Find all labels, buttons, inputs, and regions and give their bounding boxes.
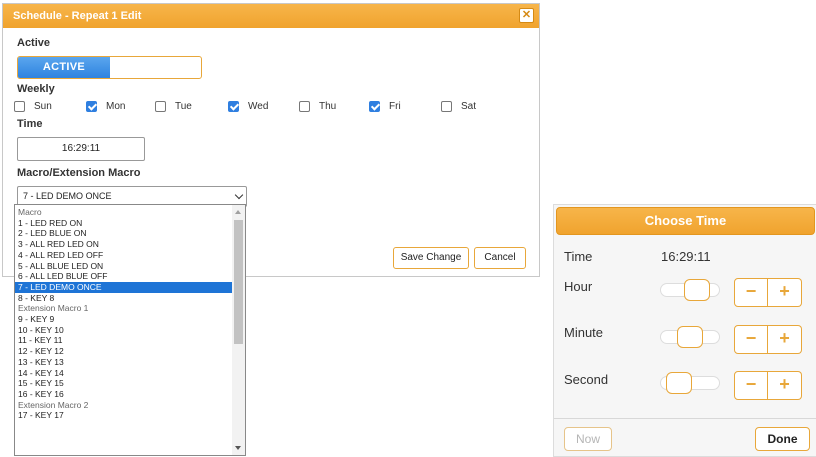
time-input[interactable]: 16:29:11 (17, 137, 145, 161)
second-slider-handle[interactable] (666, 372, 693, 394)
picker-time-value: 16:29:11 (661, 249, 711, 264)
picker-time-label: Time (564, 249, 593, 264)
done-button[interactable]: Done (755, 427, 810, 451)
save-change-button[interactable]: Save Change (393, 247, 469, 269)
dropdown-option[interactable]: 2 - LED BLUE ON (15, 228, 232, 239)
dropdown-option[interactable]: 3 - ALL RED LED ON (15, 239, 232, 250)
weekly-label: Weekly (17, 83, 55, 95)
time-label: Time (17, 118, 43, 130)
cancel-button[interactable]: Cancel (474, 247, 526, 269)
macro-select-value: 7 - LED DEMO ONCE (23, 191, 112, 201)
day-label: Wed (248, 101, 269, 112)
day-label: Mon (106, 101, 126, 112)
dropdown-option[interactable]: 17 - KEY 17 (15, 410, 232, 421)
dropdown-option[interactable]: 9 - KEY 9 (15, 314, 232, 325)
dropdown-option[interactable]: 15 - KEY 15 (15, 378, 232, 389)
macro-dropdown-list[interactable]: Macro 1 - LED RED ON 2 - LED BLUE ON 3 - AL… (14, 204, 246, 456)
dropdown-group-label: Extension Macro 1 (18, 303, 89, 314)
dropdown-option[interactable]: 5 - ALL BLUE LED ON (15, 261, 232, 272)
dropdown-option[interactable]: 13 - KEY 13 (15, 357, 232, 368)
day-label: Thu (319, 101, 337, 112)
dropdown-option[interactable]: 4 - ALL RED LED OFF (15, 250, 232, 261)
hour-plus-button[interactable]: + (768, 278, 802, 307)
day-sun[interactable]: Sun (14, 101, 52, 112)
day-label: Sat (461, 101, 477, 112)
time-picker-title: Choose Time (556, 207, 815, 235)
dropdown-group-label: Macro (18, 207, 42, 217)
picker-divider (554, 418, 816, 419)
day-wed[interactable]: Wed (228, 101, 268, 112)
minute-label: Minute (564, 325, 604, 340)
hour-slider-handle[interactable] (683, 279, 710, 301)
minute-plus-button[interactable]: + (768, 325, 802, 354)
checkbox-tue[interactable] (155, 101, 166, 112)
second-plus-button[interactable]: + (768, 371, 802, 400)
dropdown-group-label: Extension Macro 2 (18, 399, 89, 410)
checkbox-sun[interactable] (14, 101, 25, 112)
checkbox-wed[interactable] (228, 101, 239, 112)
dropdown-option[interactable]: 12 - KEY 12 (15, 346, 232, 357)
day-label: Fri (389, 101, 401, 112)
active-toggle-on: ACTIVE (18, 57, 110, 78)
dropdown-option[interactable]: 7 - LED DEMO ONCE (15, 281, 232, 293)
day-tue[interactable]: Tue (155, 101, 192, 112)
dropdown-option[interactable]: 8 - KEY 8 (15, 293, 232, 304)
dropdown-option[interactable]: 16 - KEY 16 (15, 389, 232, 400)
dropdown-option[interactable]: 6 - ALL LED BLUE OFF (15, 271, 232, 282)
hour-label: Hour (564, 279, 593, 294)
time-picker-panel: Choose Time Time 16:29:11 Hour − + Minut… (553, 204, 816, 457)
day-thu[interactable]: Thu (299, 101, 336, 112)
day-label: Sun (34, 101, 52, 112)
chevron-down-icon (234, 190, 244, 200)
day-sat[interactable]: Sat (441, 101, 476, 112)
dialog-title: Schedule - Repeat 1 Edit (13, 10, 142, 22)
dropdown-option[interactable]: 10 - KEY 10 (15, 325, 232, 336)
dropdown-option[interactable]: 11 - KEY 11 (15, 335, 232, 346)
minute-slider-handle[interactable] (676, 326, 703, 348)
day-mon[interactable]: Mon (86, 101, 125, 112)
close-icon[interactable]: ✕ (519, 8, 534, 23)
scroll-up-icon[interactable] (235, 210, 241, 214)
scroll-down-icon[interactable] (235, 446, 241, 450)
macro-label: Macro/Extension Macro (17, 167, 141, 179)
hour-minus-button[interactable]: − (734, 278, 768, 307)
dropdown-option[interactable]: 1 - LED RED ON (15, 218, 232, 229)
dropdown-scrollbar[interactable] (232, 205, 245, 455)
scrollbar-thumb[interactable] (234, 220, 243, 344)
day-fri[interactable]: Fri (369, 101, 401, 112)
second-minus-button[interactable]: − (734, 371, 768, 400)
checkbox-thu[interactable] (299, 101, 310, 112)
dialog-titlebar: Schedule - Repeat 1 Edit ✕ (3, 4, 539, 28)
checkbox-fri[interactable] (369, 101, 380, 112)
day-label: Tue (175, 101, 192, 112)
dropdown-option[interactable]: 14 - KEY 14 (15, 368, 232, 379)
checkbox-mon[interactable] (86, 101, 97, 112)
now-button[interactable]: Now (564, 427, 612, 451)
minute-minus-button[interactable]: − (734, 325, 768, 354)
active-label: Active (17, 37, 51, 49)
checkbox-sat[interactable] (441, 101, 452, 112)
second-label: Second (564, 372, 609, 387)
active-toggle[interactable]: ACTIVE (17, 56, 202, 79)
